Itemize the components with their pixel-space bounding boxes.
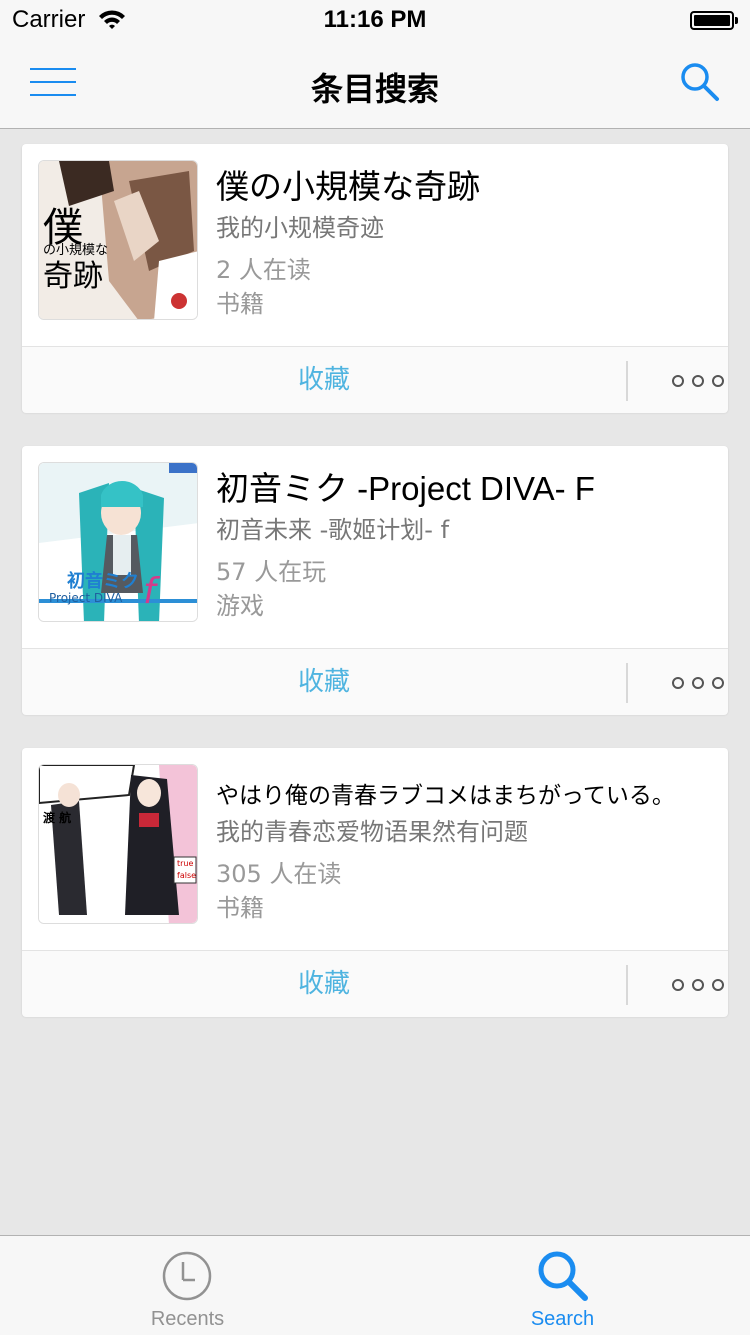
item-category: 书籍	[216, 894, 264, 922]
cover-subtitle: true	[177, 859, 194, 868]
result-card[interactable]: 渡 航 true false やはり俺の青春ラブコメはまちがっている。 我的青春…	[22, 748, 728, 1017]
ellipsis-icon	[672, 979, 684, 991]
cover-image: 初音ミク Project DIVA f	[38, 462, 198, 622]
status-time: 11:16 PM	[323, 6, 427, 33]
ellipsis-icon	[672, 375, 684, 387]
card-footer: 收藏	[22, 648, 728, 715]
result-card[interactable]: 初音ミク Project DIVA f 初音ミク -Project DIVA- …	[22, 446, 728, 715]
ellipsis-icon	[672, 677, 684, 689]
tab-search[interactable]: Search	[375, 1236, 750, 1335]
page-title: 条目搜索	[310, 70, 439, 108]
item-subtitle: 我的小规模奇迹	[216, 214, 384, 242]
search-button[interactable]	[678, 60, 722, 104]
item-readers: 305 人在读	[216, 860, 342, 888]
item-category: 书籍	[216, 290, 264, 318]
item-category: 游戏	[216, 592, 264, 620]
more-options-button[interactable]	[628, 347, 728, 413]
battery-icon	[690, 11, 738, 30]
item-title: 僕の小規模な奇跡	[216, 168, 480, 205]
cover-caption: false	[177, 871, 197, 880]
cover-title: 渡 航	[43, 811, 72, 825]
tab-recents[interactable]: Recents	[0, 1236, 375, 1335]
cover-title: 初音ミク	[67, 571, 139, 592]
card-footer: 收藏	[22, 950, 728, 1017]
tab-label: Search	[530, 1308, 595, 1330]
more-options-button[interactable]	[628, 649, 728, 715]
cover-image: 渡 航 true false	[38, 764, 198, 924]
cover-caption: f	[143, 571, 156, 612]
favorite-button[interactable]: 收藏	[22, 347, 626, 413]
navigation-bar: 条目搜索	[0, 40, 750, 129]
item-readers: 2 人在读	[216, 256, 311, 284]
favorite-button[interactable]: 收藏	[22, 649, 626, 715]
result-card[interactable]: 僕 の小規模な 奇跡 僕の小規模な奇跡 我的小规模奇迹 2 人在读 书籍 收藏	[22, 144, 728, 413]
favorite-button[interactable]: 收藏	[22, 951, 626, 1017]
clock-icon	[162, 1251, 212, 1301]
tab-bar: Recents Search	[0, 1235, 750, 1335]
item-subtitle: 我的青春恋爱物语果然有问题	[216, 818, 528, 846]
tab-label: Recents	[150, 1308, 225, 1330]
item-title: 初音ミク -Project DIVA- F	[216, 470, 595, 507]
search-icon	[538, 1251, 588, 1301]
cover-image: 僕 の小規模な 奇跡	[38, 160, 198, 320]
cover-subtitle: Project DIVA	[49, 591, 123, 605]
status-bar: Carrier 11:16 PM	[0, 0, 750, 40]
item-readers: 57 人在玩	[216, 558, 327, 586]
item-title: やはり俺の青春ラブコメはまちがっている。	[216, 782, 675, 808]
item-subtitle: 初音未来 -歌姬计划- f	[216, 516, 450, 544]
more-options-button[interactable]	[628, 951, 728, 1017]
cover-caption: 奇跡	[43, 259, 103, 294]
card-footer: 收藏	[22, 346, 728, 413]
